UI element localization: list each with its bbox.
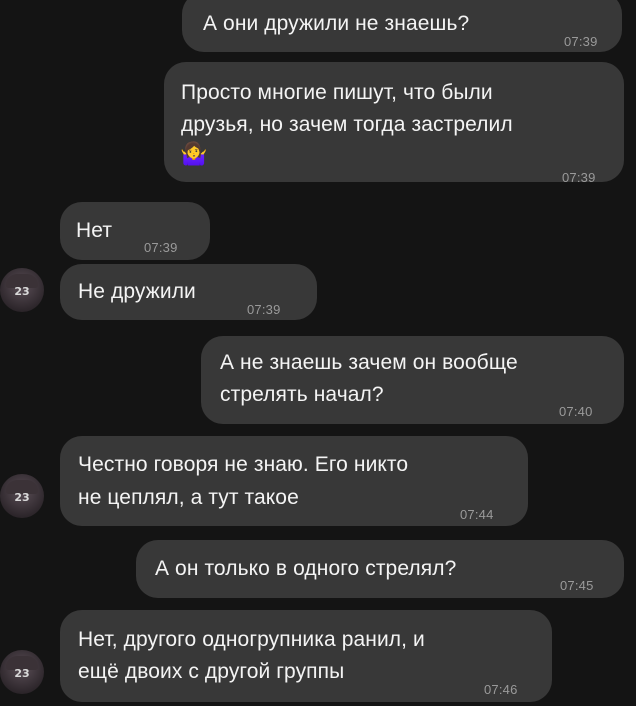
user-avatar-icon[interactable]: 23 (0, 268, 44, 312)
message-bubble-outgoing[interactable]: Просто многие пишут, что были друзья, но… (164, 62, 624, 185)
message-bubble-incoming[interactable]: Нет, другого одногрупника ранил, и ещё д… (60, 610, 552, 702)
message-bubble-outgoing[interactable]: А не знаешь зачем он вообще стрелять нач… (201, 336, 624, 424)
message-text: друзья, но зачем тогда застрелил (181, 113, 513, 136)
message-text: А не знаешь зачем он вообще (220, 351, 518, 374)
message-text: Нет, другого одногрупника ранил, и (78, 628, 425, 651)
user-avatar-icon[interactable]: 23 (0, 650, 44, 694)
message-time: 07:39 (247, 302, 281, 317)
message-bubble-incoming[interactable]: Честно говоря не знаю. Его никто не цепл… (60, 436, 528, 526)
message-bubble-incoming[interactable]: Нет 07:39 (60, 202, 210, 260)
message-text: стрелять начал? (220, 383, 384, 406)
message-time: 07:39 (562, 170, 596, 185)
message-text: А они дружили не знаешь? (203, 12, 470, 35)
message-text: Просто многие пишут, что были (181, 81, 493, 104)
message-bubble-outgoing[interactable]: А они дружили не знаешь? 07:39 (182, 0, 622, 52)
message-text: Нет (76, 219, 113, 242)
message-text: Не дружили (78, 280, 196, 303)
message-text: не цеплял, а тут такое (78, 486, 299, 509)
message-time: 07:40 (559, 404, 593, 419)
message-text: А он только в одного стрелял? (155, 557, 457, 580)
message-time: 07:39 (564, 34, 598, 49)
message-time: 07:45 (560, 578, 594, 593)
message-time: 07:39 (144, 240, 178, 255)
woman-shrugging-icon: 🤷‍♀️ (180, 142, 208, 167)
message-time: 07:44 (460, 507, 494, 522)
message-time: 07:46 (484, 682, 518, 697)
message-bubble-outgoing[interactable]: А он только в одного стрелял? 07:45 (136, 540, 624, 598)
message-text: Честно говоря не знаю. Его никто (78, 453, 409, 476)
message-text: ещё двоих с другой группы (78, 660, 345, 683)
message-bubble-incoming[interactable]: Не дружили 07:39 (60, 264, 317, 320)
user-avatar-icon[interactable]: 23 (0, 474, 44, 518)
